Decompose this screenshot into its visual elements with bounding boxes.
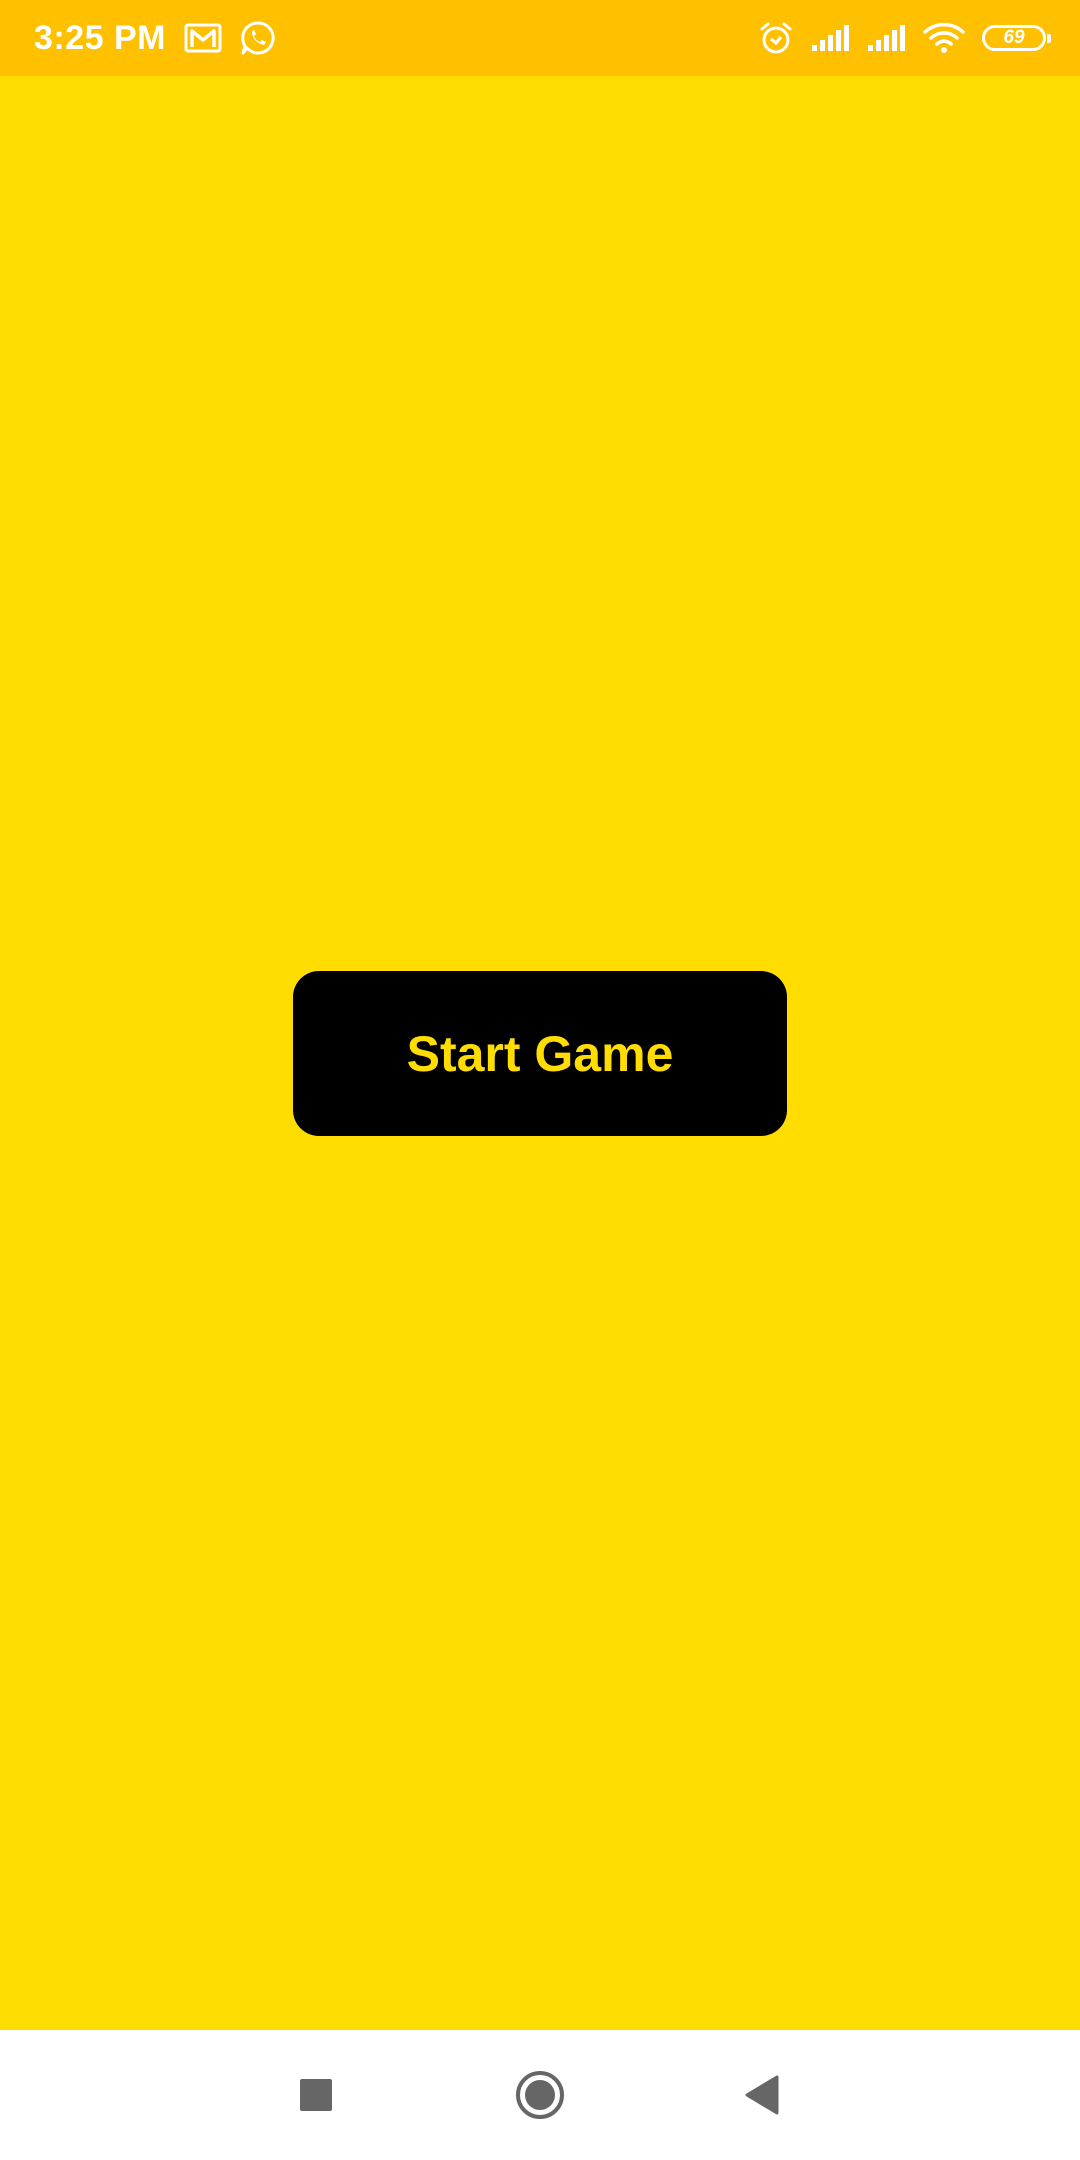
home-button[interactable] xyxy=(510,2065,570,2125)
wifi-icon xyxy=(922,21,966,55)
alarm-icon xyxy=(758,20,794,56)
game-start-screen: Start Game xyxy=(0,76,1080,2030)
battery-icon: 69 xyxy=(982,25,1051,51)
square-icon xyxy=(299,2078,333,2112)
status-left: 3:25 PM xyxy=(34,0,276,76)
status-bar: 3:25 PM 69 xyxy=(0,0,1080,76)
status-time: 3:25 PM xyxy=(34,18,166,57)
signal-icon xyxy=(866,23,906,53)
whatsapp-icon xyxy=(240,20,276,56)
navigation-bar xyxy=(0,2030,1080,2160)
recents-button[interactable] xyxy=(286,2065,346,2125)
status-right: 69 xyxy=(758,0,1051,76)
home-circle-icon xyxy=(514,2069,566,2121)
gmail-icon xyxy=(184,23,222,53)
back-triangle-icon xyxy=(743,2075,779,2115)
start-game-button[interactable]: Start Game xyxy=(293,971,787,1136)
signal-icon xyxy=(810,23,850,53)
back-button[interactable] xyxy=(731,2065,791,2125)
